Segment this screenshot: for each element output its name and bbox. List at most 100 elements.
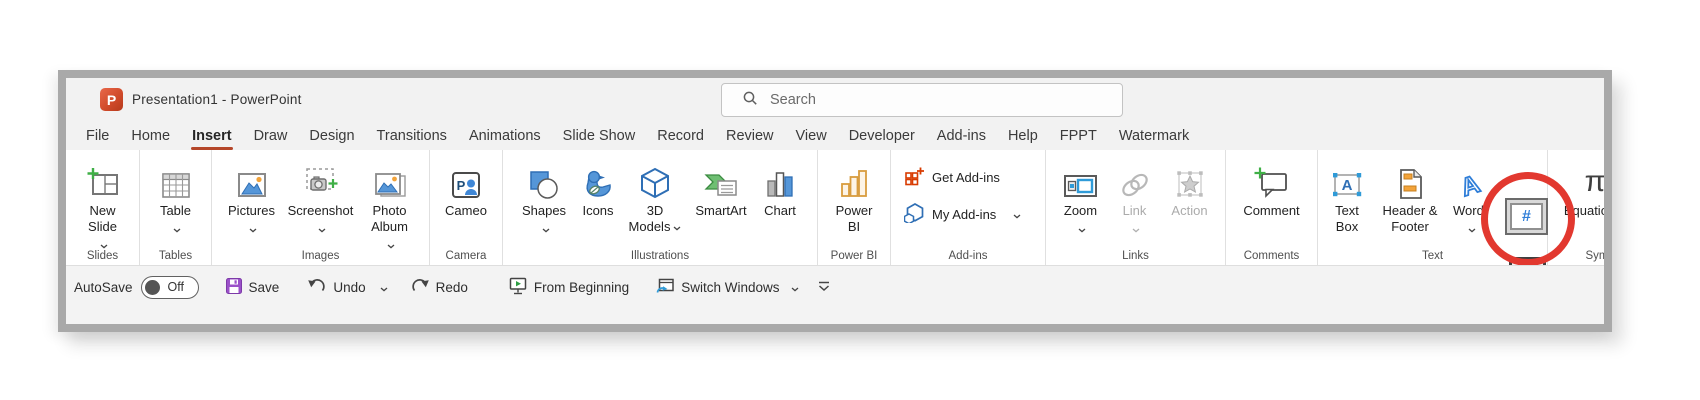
search-input[interactable] xyxy=(768,91,1068,109)
screenshot-button[interactable]: Screenshot xyxy=(287,160,355,237)
table-icon xyxy=(160,160,192,200)
photo-album-button[interactable]: Photo Album xyxy=(361,160,419,253)
shapes-button[interactable]: Shapes xyxy=(518,160,570,237)
smartart-icon xyxy=(703,160,739,200)
powerpoint-logo-icon: P xyxy=(100,88,123,111)
tab-developer[interactable]: Developer xyxy=(838,122,926,150)
ribbon-group-add-ins: Get Add-ins My Add-ins Add-ins xyxy=(891,150,1046,265)
chevron-down-icon xyxy=(318,221,326,237)
screenshot-icon xyxy=(302,160,340,200)
tab-file[interactable]: File xyxy=(75,122,120,150)
autosave-toggle[interactable]: Off xyxy=(140,275,199,299)
ribbon-group-slides: New Slide Slides xyxy=(66,150,140,265)
tab-fppt[interactable]: FPPT xyxy=(1049,122,1108,150)
tab-review[interactable]: Review xyxy=(715,122,785,150)
equation-pi-icon: π xyxy=(1584,165,1604,198)
group-label-comments: Comments xyxy=(1243,250,1300,262)
comment-button[interactable]: Comment xyxy=(1237,160,1307,219)
ribbon-group-illustrations: Shapes Icons 3D Models SmartArt Chart Il… xyxy=(503,150,818,265)
my-add-ins-button[interactable]: My Add-ins xyxy=(903,202,1021,226)
switch-windows-icon xyxy=(655,277,675,298)
get-add-ins-button[interactable]: Get Add-ins xyxy=(904,166,1000,189)
tab-insert[interactable]: Insert xyxy=(181,122,243,150)
cameo-icon: P xyxy=(449,160,483,200)
zoom-icon xyxy=(1063,160,1099,200)
chevron-down-icon xyxy=(791,280,799,295)
new-slide-icon xyxy=(85,160,121,200)
ribbon-group-camera: P Cameo Camera xyxy=(430,150,503,265)
cameo-button[interactable]: P Cameo xyxy=(439,160,493,219)
switch-windows-button[interactable]: Switch Windows xyxy=(655,275,799,299)
save-icon xyxy=(225,277,243,298)
photo-album-icon xyxy=(372,160,408,200)
chevron-down-icon xyxy=(1132,221,1140,237)
power-bi-icon xyxy=(839,160,869,200)
chevron-down-icon xyxy=(542,221,550,237)
tab-view[interactable]: View xyxy=(785,122,838,150)
toggle-pill[interactable]: Off xyxy=(140,275,199,299)
text-box-icon: A xyxy=(1330,160,1364,200)
customize-qat-button[interactable] xyxy=(817,275,831,299)
from-beginning-button[interactable]: From Beginning xyxy=(508,275,629,299)
tab-help[interactable]: Help xyxy=(997,122,1049,150)
group-label-camera: Camera xyxy=(445,250,487,262)
ribbon: New Slide Slides Table Tables Pictures S… xyxy=(66,150,1604,265)
tab-home[interactable]: Home xyxy=(120,122,181,150)
pictures-button[interactable]: Pictures xyxy=(223,160,281,237)
tab-design[interactable]: Design xyxy=(298,122,365,150)
svg-text:P: P xyxy=(457,178,466,193)
new-slide-button[interactable]: New Slide xyxy=(75,160,131,253)
tab-record[interactable]: Record xyxy=(646,122,715,150)
quick-access-toolbar: AutoSave Off Save Undo Redo From Beginni… xyxy=(66,265,1604,324)
tab-animations[interactable]: Animations xyxy=(458,122,552,150)
wordart-button[interactable]: A WordArt xyxy=(1450,160,1490,237)
shapes-icon xyxy=(527,160,561,200)
tab-add-ins[interactable]: Add-ins xyxy=(926,122,997,150)
header-footer-button[interactable]: Header & Footer xyxy=(1379,160,1441,235)
chart-button[interactable]: Chart xyxy=(758,160,802,219)
ribbon-group-text: A Text Box Header & Footer A WordArt # xyxy=(1318,150,1548,265)
ribbon-group-comments: Comment Comments xyxy=(1226,150,1318,265)
icons-button[interactable]: Icons xyxy=(576,160,620,219)
ribbon-group-symbols: π Equation Symbols xyxy=(1548,150,1604,265)
equation-button[interactable]: π Equation xyxy=(1560,160,1604,219)
chevron-down-icon xyxy=(1013,207,1021,222)
search-box[interactable] xyxy=(721,83,1123,117)
tab-draw[interactable]: Draw xyxy=(243,122,299,150)
text-box-button[interactable]: A Text Box xyxy=(1324,160,1370,235)
customize-qat-icon xyxy=(817,280,831,295)
tab-transitions[interactable]: Transitions xyxy=(366,122,458,150)
power-bi-button[interactable]: Power BI xyxy=(829,160,879,235)
chevron-down-icon xyxy=(673,219,681,235)
title-bar: P Presentation1 - PowerPoint xyxy=(66,78,1604,122)
group-label-illustrations: Illustrations xyxy=(630,250,690,262)
icons-duck-icon xyxy=(581,160,615,200)
undo-button[interactable]: Undo xyxy=(307,275,388,299)
save-button[interactable]: Save xyxy=(225,275,279,299)
wordart-icon: A xyxy=(1453,160,1487,200)
tab-slide-show[interactable]: Slide Show xyxy=(552,122,647,150)
autosave-label: AutoSave xyxy=(74,279,133,295)
link-button: Link xyxy=(1112,160,1158,237)
slide-number-button[interactable]: # xyxy=(1505,198,1548,235)
smartart-button[interactable]: SmartArt xyxy=(690,160,752,219)
chevron-down-icon xyxy=(380,280,388,295)
from-beginning-icon xyxy=(508,276,528,299)
3d-models-button[interactable]: 3D Models xyxy=(626,160,684,235)
ribbon-group-images: Pictures Screenshot Photo Album Images xyxy=(212,150,430,265)
toggle-knob xyxy=(144,279,160,295)
svg-text:A: A xyxy=(1457,170,1483,200)
ribbon-group-links: Zoom Link Action Links xyxy=(1046,150,1226,265)
pictures-icon xyxy=(235,160,269,200)
chevron-down-icon xyxy=(249,221,257,237)
chevron-down-icon xyxy=(1078,221,1086,237)
group-label-symbols: Symbols xyxy=(1585,250,1604,262)
tab-watermark[interactable]: Watermark xyxy=(1108,122,1200,150)
undo-icon xyxy=(307,277,327,298)
table-button[interactable]: Table xyxy=(151,160,201,237)
redo-button[interactable]: Redo xyxy=(410,275,468,299)
chart-icon xyxy=(765,160,795,200)
zoom-button[interactable]: Zoom xyxy=(1056,160,1106,237)
ribbon-tabs: File Home Insert Draw Design Transitions… xyxy=(66,122,1604,150)
ribbon-group-tables: Table Tables xyxy=(140,150,212,265)
